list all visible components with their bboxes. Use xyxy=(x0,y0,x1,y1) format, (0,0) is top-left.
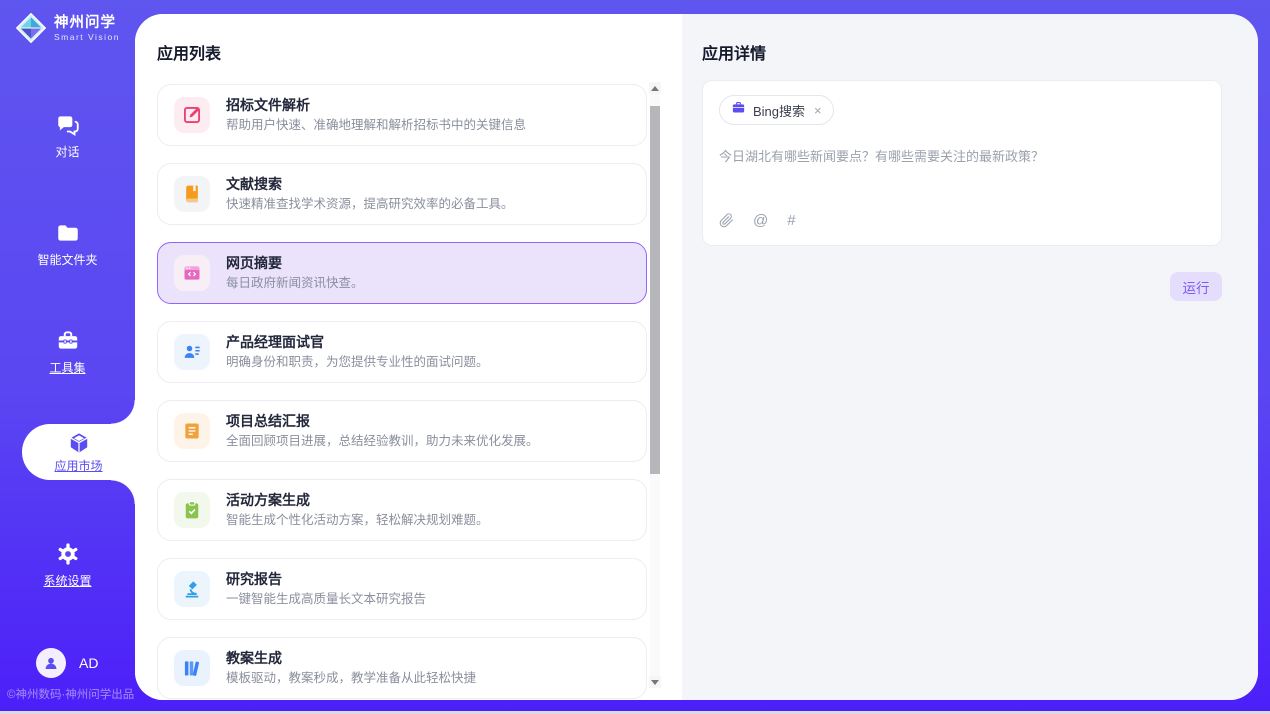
app-card-event-plan[interactable]: 活动方案生成智能生成个性化活动方案，轻松解决规划难题。 xyxy=(157,479,647,541)
interviewer-icon xyxy=(174,334,210,370)
app-card-bid-analysis[interactable]: 招标文件解析帮助用户快速、准确地理解和解析招标书中的关键信息 xyxy=(157,84,647,146)
sidebar-item-label: 应用市场 xyxy=(54,457,102,474)
scrollbar[interactable] xyxy=(649,82,661,688)
sidebar-item-label: 系统设置 xyxy=(43,572,91,589)
app-card-title: 产品经理面试官 xyxy=(226,333,489,352)
app-window: 神州问学 Smart Vision 对话智能文件夹工具集应用市场系统设置 AD … xyxy=(0,0,1270,711)
clipboard-check-icon xyxy=(174,492,210,528)
folder-icon xyxy=(55,220,81,246)
app-card-title: 文献搜索 xyxy=(226,175,514,194)
run-button[interactable]: 运行 xyxy=(1170,272,1222,301)
app-card-description: 一键智能生成高质量长文本研究报告 xyxy=(226,591,426,608)
app-list-title: 应用列表 xyxy=(157,40,221,64)
hash-icon[interactable]: # xyxy=(787,212,795,229)
cube-icon xyxy=(67,431,91,455)
user-profile[interactable]: AD xyxy=(36,648,98,678)
app-card-webpage-summary[interactable]: 网页摘要每日政府新闻资讯快查。 xyxy=(157,242,647,304)
app-card-pm-interviewer[interactable]: 产品经理面试官明确身份和职责，为您提供专业性的面试问题。 xyxy=(157,321,647,383)
app-card-description: 模板驱动，教案秒成，教学准备从此轻松快捷 xyxy=(226,670,476,687)
app-list-panel: 应用列表 招标文件解析帮助用户快速、准确地理解和解析招标书中的关键信息文献搜索快… xyxy=(135,14,682,700)
app-card-title: 网页摘要 xyxy=(226,254,364,273)
app-card-title: 研究报告 xyxy=(226,570,426,589)
input-toolbar: @# xyxy=(719,212,1205,231)
app-card-description: 每日政府新闻资讯快查。 xyxy=(226,275,364,292)
content-area: 应用列表 招标文件解析帮助用户快速、准确地理解和解析招标书中的关键信息文献搜索快… xyxy=(135,14,1258,700)
research-icon xyxy=(174,571,210,607)
sidebar-item-label: 工具集 xyxy=(49,359,85,376)
brand-name: 神州问学 xyxy=(54,15,120,32)
at-icon[interactable]: @ xyxy=(753,212,768,229)
app-card-description: 全面回顾项目进展，总结经验教训，助力未来优化发展。 xyxy=(226,433,539,450)
tool-tag-label: Bing搜索 xyxy=(753,101,805,120)
user-avatar-icon xyxy=(36,648,66,678)
scrollbar-up-arrow[interactable] xyxy=(649,82,661,94)
copyright-text: ©神州数码·神州问学出品 xyxy=(7,686,142,702)
app-card-title: 项目总结汇报 xyxy=(226,412,539,431)
tool-tag-bing-search[interactable]: Bing搜索 × xyxy=(719,95,834,125)
books-icon xyxy=(174,650,210,686)
app-detail-title: 应用详情 xyxy=(702,40,766,64)
app-card-research-report[interactable]: 研究报告一键智能生成高质量长文本研究报告 xyxy=(157,558,647,620)
user-initials: AD xyxy=(79,655,98,671)
webpage-code-icon xyxy=(174,255,210,291)
app-card-project-summary[interactable]: 项目总结汇报全面回顾项目进展，总结经验教训，助力未来优化发展。 xyxy=(157,400,647,462)
sidebar-item-smart-folder[interactable]: 智能文件夹 xyxy=(0,220,135,268)
diamond-logo-icon xyxy=(15,12,47,44)
sidebar-item-toolbox[interactable]: 工具集 xyxy=(0,328,135,376)
prompt-input[interactable]: 今日湖北有哪些新闻要点？有哪些需要关注的最新政策？ xyxy=(719,147,1205,212)
paperclip-icon[interactable] xyxy=(719,213,734,228)
brand-subtitle: Smart Vision xyxy=(54,32,120,42)
chat-icon xyxy=(55,112,81,138)
scrollbar-thumb[interactable] xyxy=(650,106,660,474)
app-card-title: 教案生成 xyxy=(226,649,476,668)
sidebar-item-chat[interactable]: 对话 xyxy=(0,112,135,160)
sidebar-item-label: 对话 xyxy=(55,143,79,160)
scrollbar-down-arrow[interactable] xyxy=(649,676,661,688)
edit-document-icon xyxy=(174,97,210,133)
app-card-description: 明确身份和职责，为您提供专业性的面试问题。 xyxy=(226,354,489,371)
app-card-literature-search[interactable]: 文献搜索快速精准查找学术资源，提高研究效率的必备工具。 xyxy=(157,163,647,225)
book-icon xyxy=(174,176,210,212)
app-card-title: 招标文件解析 xyxy=(226,96,526,115)
app-card-description: 快速精准查找学术资源，提高研究效率的必备工具。 xyxy=(226,196,514,213)
app-detail-panel: 应用详情 Bing搜索 × 今日湖北有哪些新闻要点？有哪些需要关注的最新政策？ … xyxy=(682,14,1258,700)
app-card-lesson-plan[interactable]: 教案生成模板驱动，教案秒成，教学准备从此轻松快捷 xyxy=(157,637,647,699)
sidebar-item-settings[interactable]: 系统设置 xyxy=(0,541,135,589)
briefcase-icon xyxy=(731,100,746,120)
gear-icon xyxy=(55,541,81,567)
tag-close-icon[interactable]: × xyxy=(814,104,822,117)
app-card-description: 智能生成个性化活动方案，轻松解决规划难题。 xyxy=(226,512,489,529)
sidebar-item-app-market[interactable]: 应用市场 xyxy=(22,424,135,480)
prompt-card: Bing搜索 × 今日湖北有哪些新闻要点？有哪些需要关注的最新政策？ @# xyxy=(702,80,1222,246)
summary-note-icon xyxy=(174,413,210,449)
toolbox-icon xyxy=(55,328,81,354)
brand-logo: 神州问学 Smart Vision xyxy=(0,12,135,44)
app-card-description: 帮助用户快速、准确地理解和解析招标书中的关键信息 xyxy=(226,117,526,134)
app-card-title: 活动方案生成 xyxy=(226,491,489,510)
sidebar-item-label: 智能文件夹 xyxy=(37,251,97,268)
sidebar: 神州问学 Smart Vision 对话智能文件夹工具集应用市场系统设置 AD … xyxy=(0,0,135,711)
app-card-list: 招标文件解析帮助用户快速、准确地理解和解析招标书中的关键信息文献搜索快速精准查找… xyxy=(157,84,647,700)
